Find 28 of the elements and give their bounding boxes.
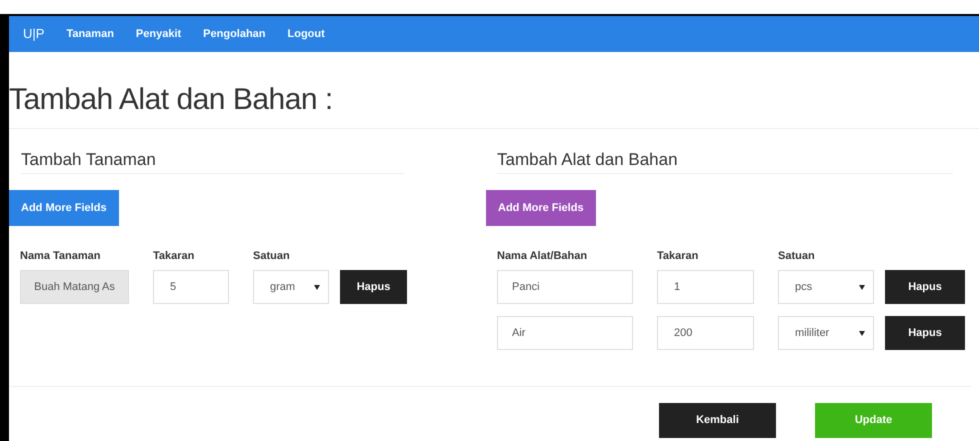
unit-select[interactable]: mililiter bbox=[778, 316, 874, 350]
remove-button[interactable]: Hapus bbox=[885, 316, 965, 350]
footer-button[interactable]: Kembali bbox=[659, 403, 776, 438]
caret-icon bbox=[314, 284, 320, 290]
add-fields-button[interactable]: Add More Fields bbox=[486, 190, 596, 226]
column-label: Nama Tanaman bbox=[20, 249, 102, 264]
column-label: Satuan bbox=[253, 249, 291, 264]
section-heading: Tambah Alat dan Bahan bbox=[497, 149, 953, 174]
remove-button[interactable]: Hapus bbox=[885, 270, 965, 304]
nav-link[interactable]: Logout bbox=[288, 26, 325, 42]
column-label: Satuan bbox=[778, 249, 816, 264]
column-label: Nama Alat/Bahan bbox=[497, 249, 588, 264]
caret-icon bbox=[859, 284, 865, 290]
column-label: Takaran bbox=[657, 249, 700, 264]
brand-logo[interactable]: U|P bbox=[23, 24, 44, 44]
page-title: Tambah Alat dan Bahan : bbox=[9, 82, 334, 118]
caret-icon bbox=[859, 330, 865, 336]
nav-link[interactable]: Pengolahan bbox=[203, 26, 266, 42]
amount-field[interactable]: 200 bbox=[657, 316, 754, 350]
unit-select[interactable]: pcs bbox=[778, 270, 874, 304]
column-label: Takaran bbox=[153, 249, 196, 264]
nav-link[interactable]: Tanaman bbox=[66, 26, 114, 42]
name-field[interactable]: Panci bbox=[497, 270, 633, 304]
nav-link[interactable]: Penyakit bbox=[136, 26, 182, 42]
name-field[interactable]: Air bbox=[497, 316, 633, 350]
add-fields-button[interactable]: Add More Fields bbox=[9, 190, 119, 226]
amount-field[interactable]: 1 bbox=[657, 270, 754, 304]
section-heading: Tambah Tanaman bbox=[21, 149, 404, 174]
